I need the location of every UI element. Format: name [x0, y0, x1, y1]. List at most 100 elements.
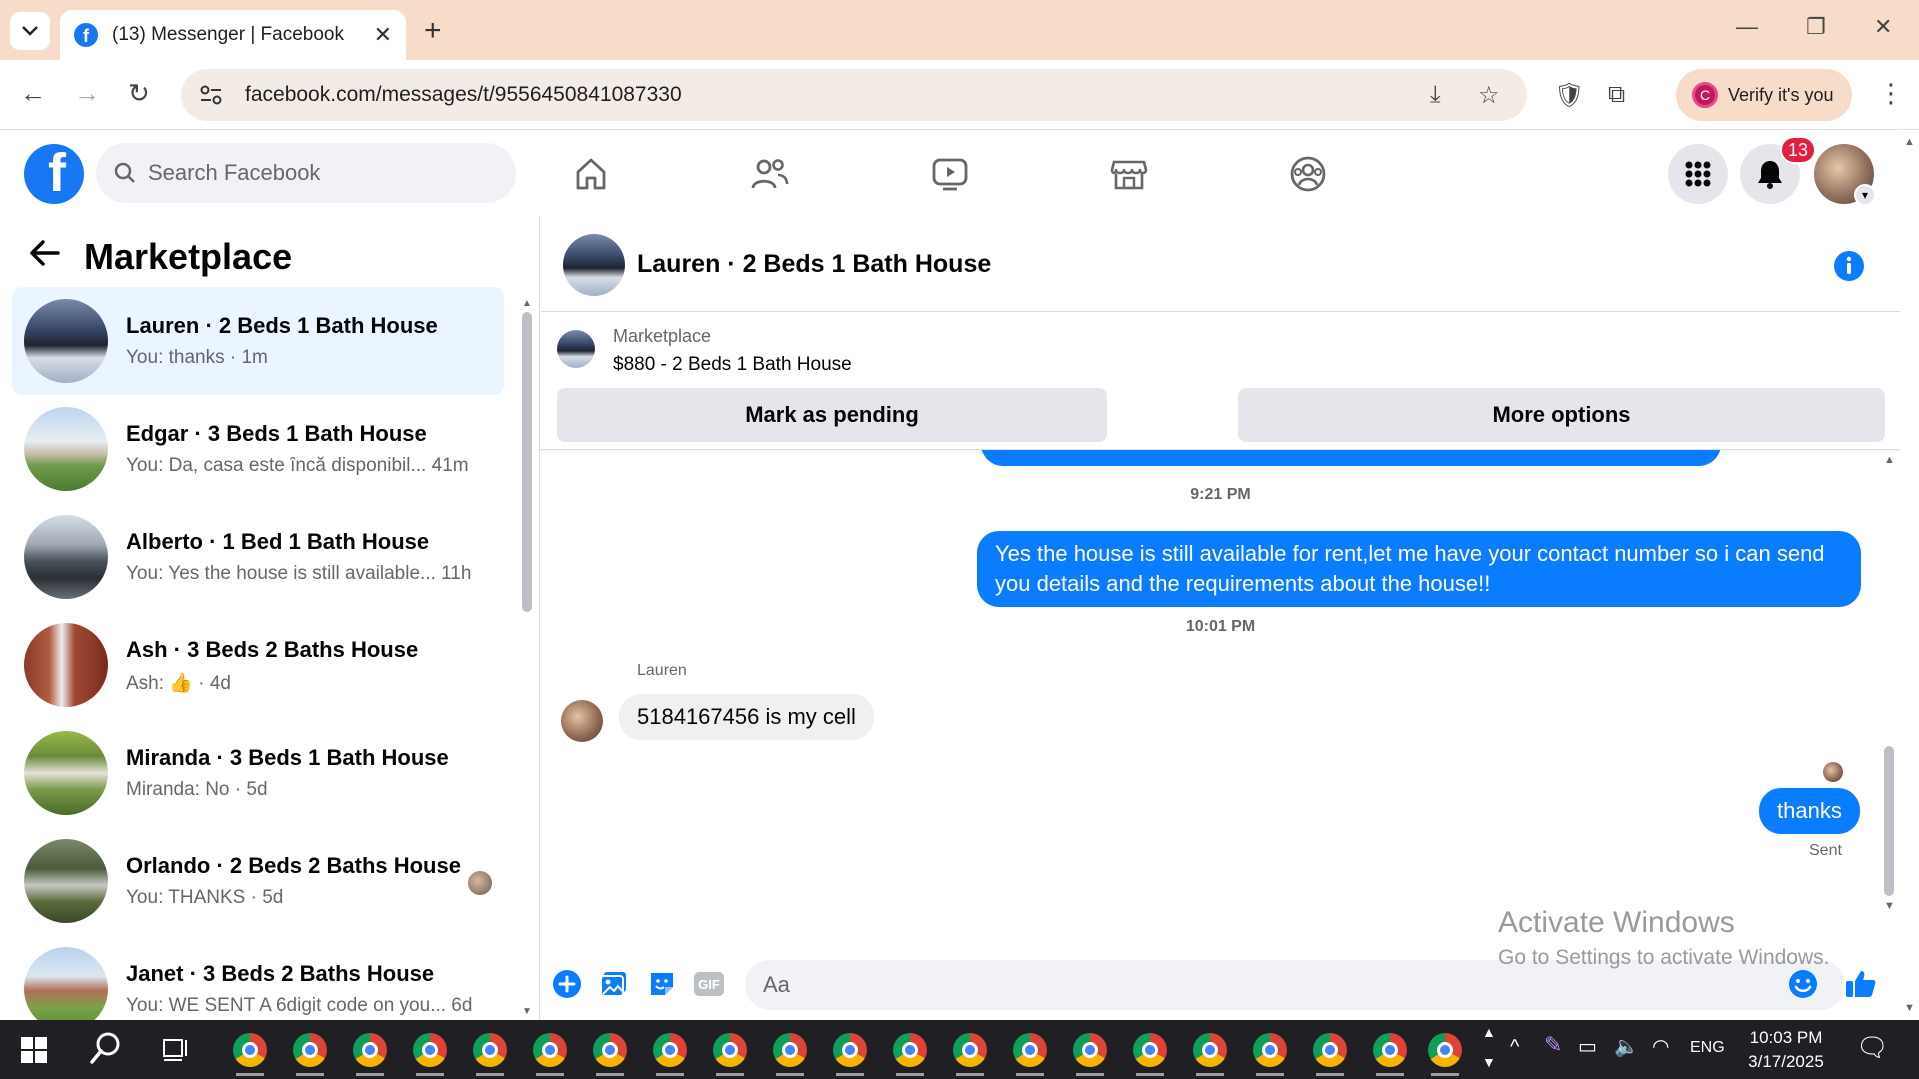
- language-indicator[interactable]: ENG: [1690, 1039, 1725, 1057]
- chrome-taskbar-icon[interactable]: [650, 1030, 690, 1076]
- photo-gallery-icon[interactable]: [598, 968, 630, 1000]
- verify-profile-button[interactable]: C Verify it's you: [1676, 69, 1852, 121]
- back-arrow-icon[interactable]: ←: [20, 78, 46, 109]
- volume-icon[interactable]: 🔈: [1614, 1034, 1639, 1059]
- scroll-down-arrow-icon[interactable]: ▼: [1904, 1002, 1915, 1014]
- scroll-up-arrow-icon[interactable]: ▲: [522, 298, 532, 309]
- page-scrollbar[interactable]: ▲ ▼: [1900, 130, 1919, 1020]
- conversation-item[interactable]: Alberto · 1 Bed 1 Bath House You: Yes th…: [12, 503, 504, 611]
- new-tab-button[interactable]: +: [424, 14, 442, 48]
- conversation-snippet: You: Yes the house is still available...…: [126, 563, 472, 584]
- chrome-taskbar-icon[interactable]: [1310, 1030, 1350, 1076]
- back-arrow-icon[interactable]: [30, 240, 60, 274]
- restore-window-button[interactable]: ❐: [1806, 14, 1826, 40]
- reload-icon[interactable]: ↻: [128, 78, 150, 109]
- tab-search-dropdown[interactable]: [10, 12, 50, 50]
- chrome-taskbar-icon[interactable]: [1370, 1030, 1410, 1076]
- scroll-up-arrow-icon[interactable]: ▲: [1904, 136, 1915, 148]
- scroll-down-arrow-icon[interactable]: ▼: [1884, 900, 1895, 912]
- marketplace-icon[interactable]: [1105, 150, 1153, 198]
- chrome-taskbar-icon[interactable]: [290, 1030, 330, 1076]
- chrome-taskbar-icon[interactable]: [1010, 1030, 1050, 1076]
- taskbar-scroll-down-icon[interactable]: ▼: [1482, 1054, 1496, 1070]
- scroll-down-arrow-icon[interactable]: ▼: [522, 1006, 532, 1017]
- menu-grid-icon[interactable]: [1668, 144, 1728, 204]
- conversation-item[interactable]: Miranda · 3 Beds 1 Bath House Miranda: N…: [12, 719, 504, 827]
- chrome-taskbar-icon[interactable]: [350, 1030, 390, 1076]
- conversation-item[interactable]: Lauren · 2 Beds 1 Bath House You: thanks…: [12, 287, 504, 395]
- groups-icon[interactable]: [1284, 150, 1332, 198]
- wifi-icon[interactable]: ◠: [1652, 1034, 1669, 1059]
- emoji-icon[interactable]: [1787, 968, 1819, 1000]
- address-bar[interactable]: facebook.com/messages/t/9556450841087330: [181, 69, 1527, 121]
- message-bubble-outgoing[interactable]: Yes the house is still available for ren…: [977, 531, 1861, 607]
- taskbar-clock[interactable]: 10:03 PM 3/17/2025: [1734, 1026, 1838, 1074]
- chrome-taskbar-icon[interactable]: [890, 1030, 930, 1076]
- conversation-item[interactable]: Orlando · 2 Beds 2 Baths House You: THAN…: [12, 827, 504, 935]
- account-chevron-down-icon[interactable]: ▾: [1854, 184, 1876, 206]
- scrollbar-thumb[interactable]: [522, 312, 532, 612]
- windows-start-icon[interactable]: [20, 1036, 48, 1069]
- message-bubble-outgoing[interactable]: [981, 450, 1721, 466]
- taskbar-scroll-up-icon[interactable]: ▲: [1482, 1024, 1496, 1040]
- battery-icon[interactable]: ▭: [1578, 1034, 1597, 1059]
- extensions-puzzle-icon[interactable]: ⧉: [1608, 81, 1625, 109]
- home-icon[interactable]: [567, 150, 615, 198]
- show-hidden-icons-chevron-icon[interactable]: ^: [1510, 1036, 1519, 1059]
- message-bubble-incoming[interactable]: 5184167456 is my cell: [619, 694, 874, 740]
- conversation-item[interactable]: Ash · 3 Beds 2 Baths House Ash: 👍 · 4d: [12, 611, 504, 719]
- bookmark-star-icon[interactable]: ☆: [1478, 81, 1500, 110]
- chrome-taskbar-icon[interactable]: [1070, 1030, 1110, 1076]
- friends-icon[interactable]: [746, 150, 794, 198]
- chrome-taskbar-icon[interactable]: [710, 1030, 750, 1076]
- task-view-icon[interactable]: [160, 1030, 200, 1070]
- conversation-item[interactable]: Edgar · 3 Beds 1 Bath House You: Da, cas…: [12, 395, 504, 503]
- chrome-taskbar-icon[interactable]: [950, 1030, 990, 1076]
- chrome-taskbar-icon[interactable]: [1190, 1030, 1230, 1076]
- conversation-list-scrollbar[interactable]: ▲ ▼: [520, 298, 534, 1017]
- chrome-taskbar-icon[interactable]: [470, 1030, 510, 1076]
- chrome-taskbar-icon[interactable]: [590, 1030, 630, 1076]
- forward-arrow-icon[interactable]: →: [74, 78, 100, 109]
- listing-price[interactable]: $880 - 2 Beds 1 Bath House: [613, 354, 852, 376]
- browser-tab-messenger[interactable]: f (13) Messenger | Facebook ✕: [60, 10, 406, 60]
- shield-extension-icon[interactable]: 🛡: [1554, 81, 1584, 110]
- chrome-taskbar-icon[interactable]: [1250, 1030, 1290, 1076]
- facebook-logo[interactable]: f: [24, 144, 84, 204]
- site-info-icon[interactable]: [199, 84, 223, 106]
- message-bubble-outgoing[interactable]: thanks: [1759, 788, 1860, 834]
- chrome-taskbar-icon[interactable]: [530, 1030, 570, 1076]
- clock-time: 10:03 PM: [1749, 1028, 1823, 1047]
- chrome-taskbar-icon[interactable]: [230, 1030, 270, 1076]
- chat-title[interactable]: Lauren · 2 Beds 1 Bath House: [637, 250, 991, 279]
- thumbs-up-like-icon[interactable]: [1845, 968, 1877, 1000]
- gif-icon[interactable]: GIF: [693, 968, 725, 1000]
- watch-icon[interactable]: [926, 150, 974, 198]
- minimize-window-button[interactable]: —: [1736, 14, 1758, 40]
- scrollbar-thumb[interactable]: [1884, 746, 1894, 896]
- chat-scrollbar[interactable]: ▲ ▼: [1881, 450, 1897, 1000]
- scroll-up-arrow-icon[interactable]: ▲: [1884, 454, 1895, 466]
- action-center-icon[interactable]: 🗨: [1856, 1032, 1889, 1063]
- add-more-icon[interactable]: [551, 968, 583, 1000]
- more-options-button[interactable]: More options: [1238, 388, 1885, 442]
- info-icon[interactable]: [1833, 250, 1865, 287]
- pen-tray-icon[interactable]: ✎: [1544, 1032, 1562, 1058]
- url-text: facebook.com/messages/t/9556450841087330: [245, 83, 682, 106]
- chrome-taskbar-icon[interactable]: [1425, 1030, 1465, 1076]
- chat-listing-avatar[interactable]: [563, 234, 625, 296]
- chrome-taskbar-icon[interactable]: [770, 1030, 810, 1076]
- close-window-button[interactable]: ✕: [1874, 14, 1892, 40]
- sender-avatar[interactable]: [561, 700, 603, 742]
- taskbar-search-icon[interactable]: [88, 1030, 128, 1070]
- mark-as-pending-button[interactable]: Mark as pending: [557, 388, 1107, 442]
- tab-close-icon[interactable]: ✕: [374, 22, 392, 48]
- chrome-taskbar-icon[interactable]: [830, 1030, 870, 1076]
- browser-menu-icon[interactable]: ⋮: [1878, 78, 1904, 109]
- listing-thumbnail[interactable]: [557, 330, 595, 368]
- install-app-icon[interactable]: ⤓: [1430, 81, 1441, 109]
- sticker-icon[interactable]: [646, 968, 678, 1000]
- chrome-taskbar-icon[interactable]: [410, 1030, 450, 1076]
- chrome-taskbar-icon[interactable]: [1130, 1030, 1170, 1076]
- facebook-search-input[interactable]: Search Facebook: [96, 143, 516, 203]
